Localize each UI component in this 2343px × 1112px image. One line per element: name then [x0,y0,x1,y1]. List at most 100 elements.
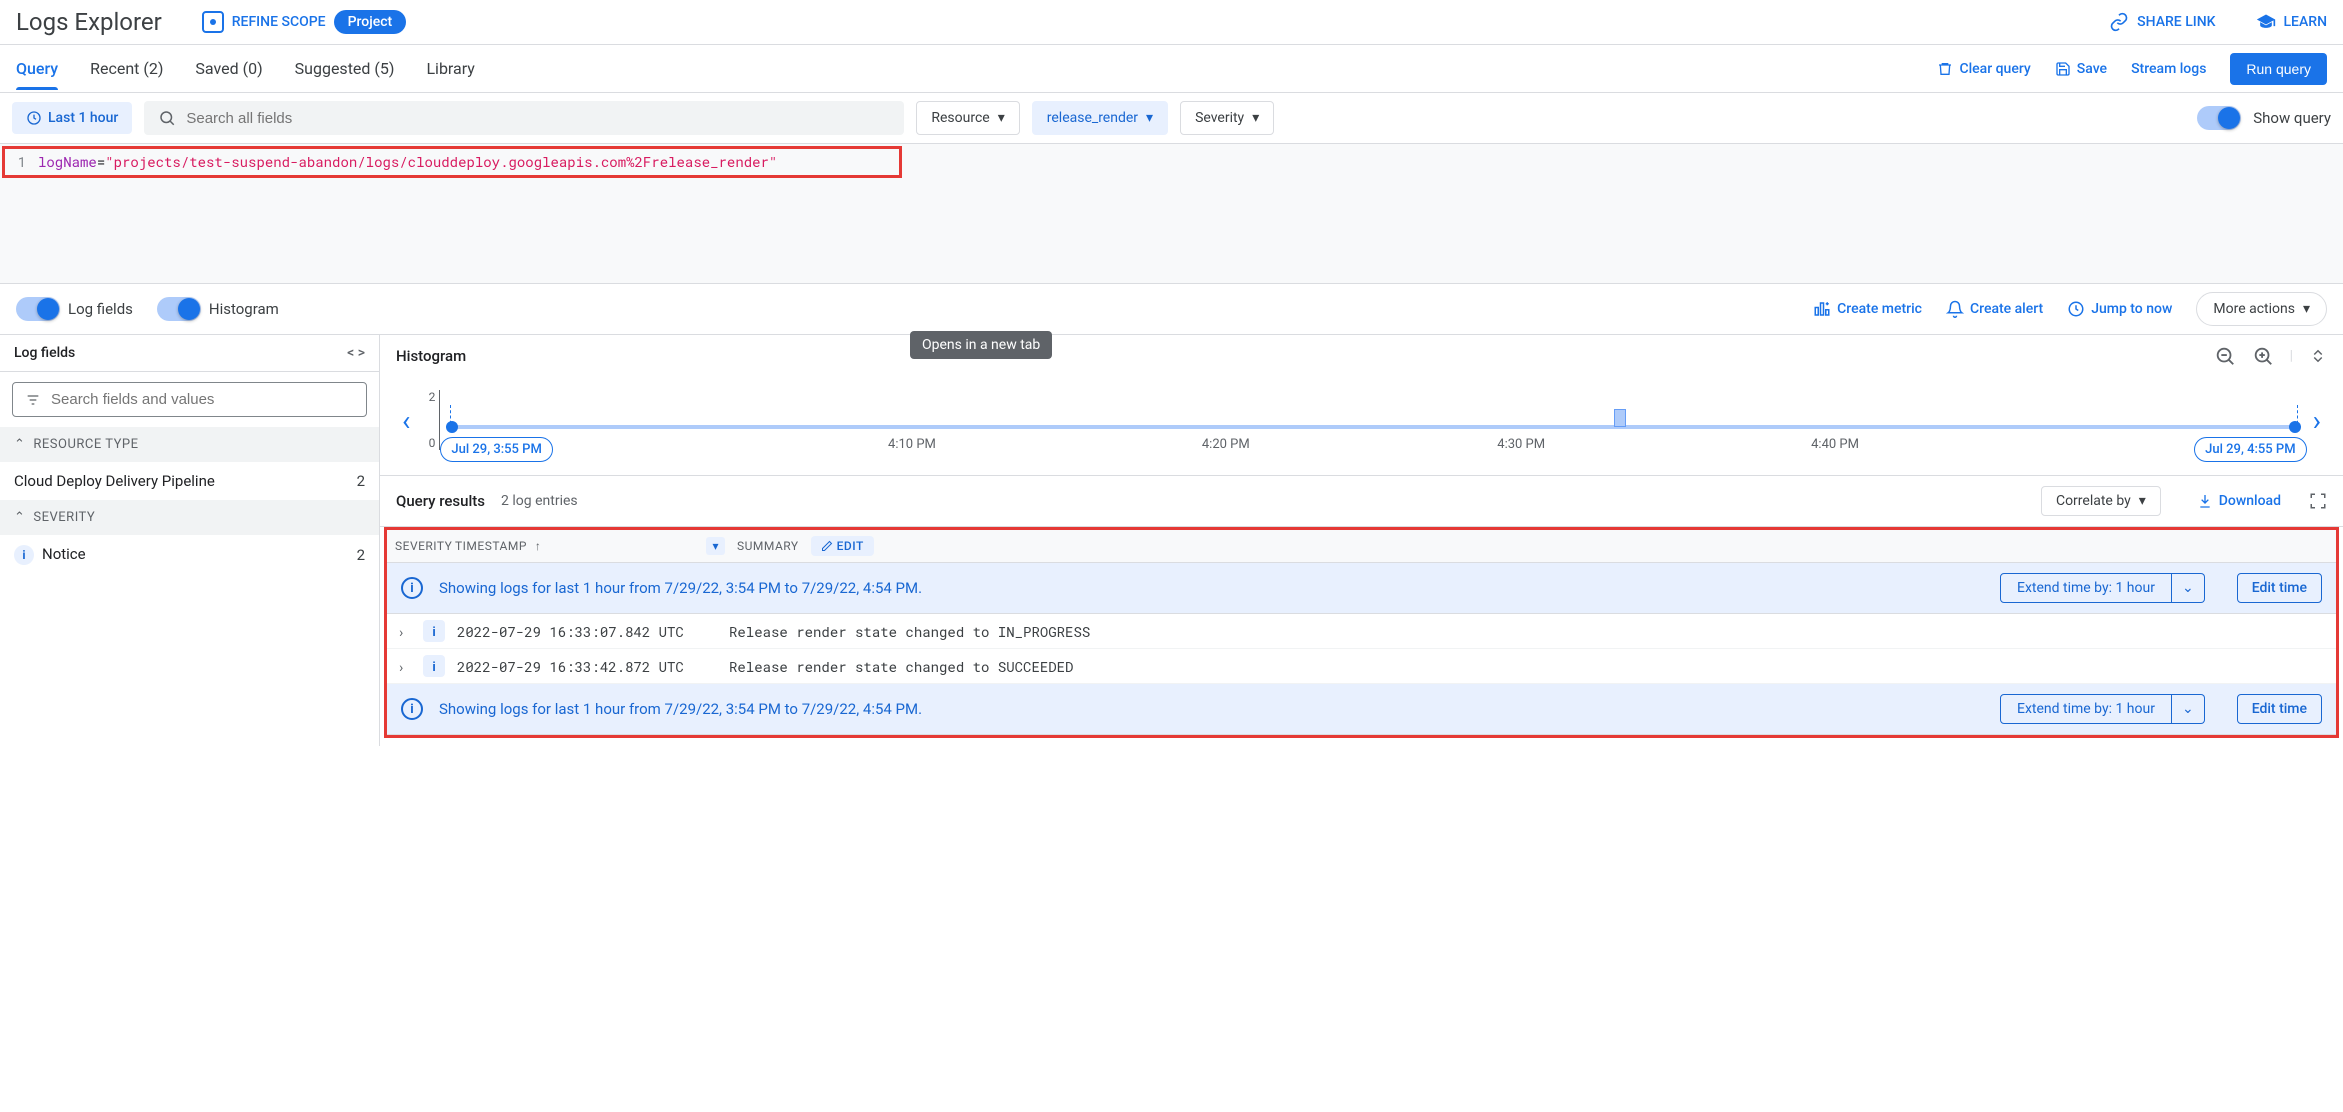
search-box[interactable] [144,101,904,135]
histogram-toggle[interactable] [157,297,201,321]
severity-row[interactable]: iNotice 2 [0,535,379,575]
stream-logs-button[interactable]: Stream logs [2131,61,2206,77]
col-summary: SUMMARY EDIT [725,536,2328,556]
results-header: Query results 2 log entries Correlate by… [380,476,2343,527]
histogram-title: Histogram [396,347,466,365]
severity-filter[interactable]: Severity ▾ [1180,101,1274,135]
col-timestamp-label: TIMESTAMP [455,539,527,553]
resource-type-section[interactable]: ⌃ RESOURCE TYPE [0,427,379,462]
create-alert-button[interactable]: Create alert [1946,300,2043,318]
col-severity[interactable]: SEVERITY [395,539,455,553]
results-highlight-box: SEVERITY TIMESTAMP ↑ ▾ SUMMARY EDIT i Sh… [384,527,2339,738]
tick-0: 4:10 PM [888,437,936,452]
tick-2: 4:30 PM [1497,437,1545,452]
learn-label: LEARN [2284,14,2328,30]
info-icon: i [401,698,423,720]
expand-icon[interactable]: › [397,622,411,641]
results-count: 2 log entries [501,493,578,509]
tab-suggested[interactable]: Suggested (5) [295,47,395,90]
search-icon [158,109,176,127]
resource-filter[interactable]: Resource ▾ [916,101,1019,135]
chevron-up-icon: ⌃ [14,510,25,525]
zoom-in-icon[interactable] [2252,345,2274,367]
log-summary: Release render state changed to SUCCEEDE… [729,657,2326,676]
col-timestamp[interactable]: TIMESTAMP ↑ ▾ [455,537,725,555]
tab-recent[interactable]: Recent (2) [90,47,163,90]
correlate-button[interactable]: Correlate by ▾ [2041,486,2161,516]
create-metric-button[interactable]: Create metric [1813,300,1922,318]
severity-label: Severity [1195,110,1244,126]
log-row[interactable]: › i 2022-07-29 16:33:07.842 UTC Release … [387,614,2336,649]
query-string: "projects/test-suspend-abandon/logs/clou… [105,152,777,171]
query-editor[interactable]: 1 logName="projects/test-suspend-abandon… [0,144,2343,284]
time-range-chip[interactable]: Last 1 hour [12,102,132,134]
y-max: 2 [426,390,435,404]
fullscreen-icon[interactable] [2309,492,2327,510]
refine-scope-label: REFINE SCOPE [232,14,326,30]
download-button[interactable]: Download [2197,493,2281,509]
expand-collapse-icon[interactable]: < > [347,345,365,361]
search-input[interactable] [186,110,890,127]
edit-summary-button[interactable]: EDIT [811,536,874,556]
content-panel: Opens in a new tab Histogram | ‹ 2 0 [380,335,2343,746]
resource-label: Resource [931,110,989,126]
chevron-down-icon: ▾ [1252,110,1259,126]
zoom-out-icon[interactable] [2214,345,2236,367]
resource-type-row[interactable]: Cloud Deploy Delivery Pipeline 2 [0,462,379,500]
extend-time-button[interactable]: Extend time by: 1 hour ⌄ [2000,694,2205,724]
jump-to-now-button[interactable]: Jump to now [2067,300,2172,318]
expand-icon[interactable]: › [397,657,411,676]
severity-section[interactable]: ⌃ SEVERITY [0,500,379,535]
show-query-toggle[interactable] [2197,106,2241,130]
edit-time-button[interactable]: Edit time [2237,694,2322,724]
metric-icon [1813,300,1831,318]
timeline-track [450,425,2296,429]
clear-query-button[interactable]: Clear query [1937,61,2030,77]
end-time-label: Jul 29, 4:55 PM [2194,437,2306,462]
sidebar-title: Log fields [14,345,75,361]
collapse-icon[interactable] [2309,347,2327,365]
download-icon [2197,493,2213,509]
run-query-button[interactable]: Run query [2230,53,2327,85]
resource-type-count: 2 [357,472,365,490]
histogram-section: Opens in a new tab Histogram | ‹ 2 0 [380,335,2343,476]
logname-filter[interactable]: release_render ▾ [1032,101,1168,135]
extend-dropdown-icon[interactable]: ⌄ [2172,573,2205,603]
severity-badge: i [423,620,445,642]
log-row[interactable]: › i 2022-07-29 16:33:42.872 UTC Release … [387,649,2336,684]
more-actions-button[interactable]: More actions ▾ [2196,292,2327,326]
chevron-down-icon: ▾ [2303,301,2310,317]
link-icon [2109,12,2129,32]
refine-scope-button[interactable]: REFINE SCOPE Project [202,10,406,34]
chevron-down-icon: ▾ [2139,493,2146,509]
sidebar-search[interactable] [12,382,367,417]
tick-1: 4:20 PM [1202,437,1250,452]
log-fields-toggle[interactable] [16,297,60,321]
tab-library[interactable]: Library [426,47,474,90]
timestamp-dropdown-icon[interactable]: ▾ [706,537,725,555]
extend-dropdown-icon[interactable]: ⌄ [2172,694,2205,724]
create-alert-label: Create alert [1970,301,2043,317]
save-button[interactable]: Save [2055,61,2107,77]
project-chip: Project [334,10,407,34]
jump-to-now-label: Jump to now [2091,301,2172,317]
next-arrow[interactable]: › [2307,404,2327,437]
tab-saved[interactable]: Saved (0) [195,47,262,90]
severity-count: 2 [357,546,365,564]
logname-label: release_render [1047,110,1138,126]
tooltip: Opens in a new tab [910,331,1052,359]
prev-arrow[interactable]: ‹ [396,404,416,437]
timeline[interactable]: Jul 29, 3:55 PM 4:10 PM 4:20 PM 4:30 PM … [450,375,2296,465]
severity-value: Notice [42,545,86,563]
share-link-button[interactable]: SHARE LINK [2109,12,2215,32]
severity-badge: i [423,655,445,677]
tab-query[interactable]: Query [16,47,58,90]
extend-time-button[interactable]: Extend time by: 1 hour ⌄ [2000,573,2205,603]
edit-time-button[interactable]: Edit time [2237,573,2322,603]
learn-button[interactable]: LEARN [2256,12,2328,32]
start-dot[interactable] [446,421,458,433]
end-dot[interactable] [2289,421,2301,433]
log-fields-label: Log fields [68,300,133,318]
info-icon: i [401,577,423,599]
sidebar-search-input[interactable] [51,391,354,408]
